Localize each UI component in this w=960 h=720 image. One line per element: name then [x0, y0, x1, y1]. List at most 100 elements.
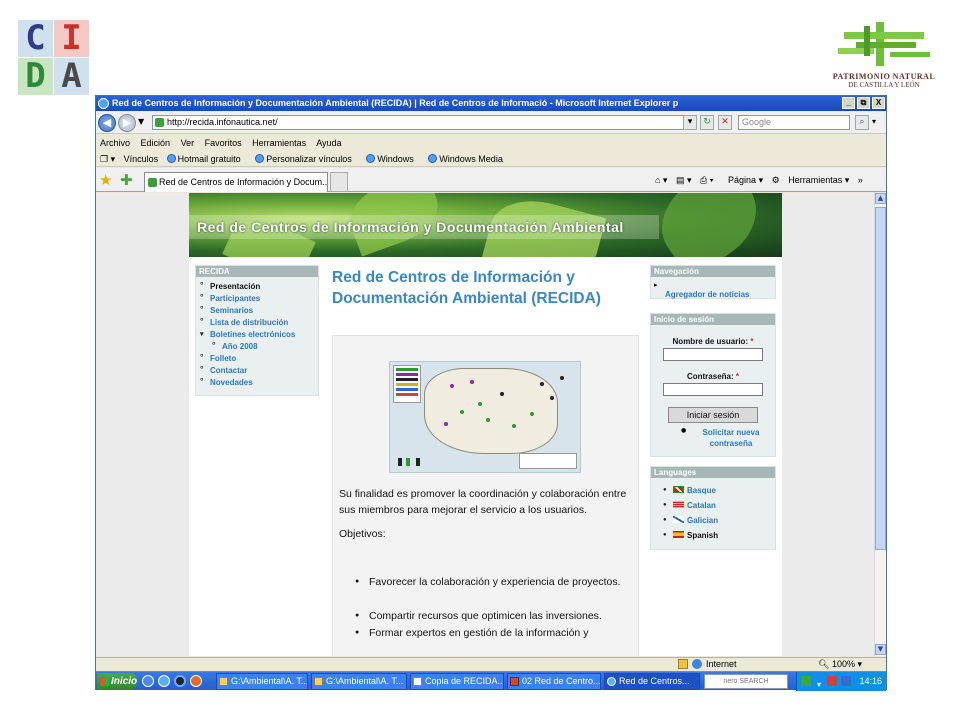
- history-dropdown-icon[interactable]: ▼: [138, 117, 144, 126]
- tools-menu[interactable]: ⚙ Herramientas ▾: [772, 175, 850, 185]
- minimize-button[interactable]: _: [842, 97, 855, 109]
- page-title: Red de Centros de Información y Document…: [332, 269, 601, 307]
- nero-search-box[interactable]: nero SEARCH: [704, 674, 788, 689]
- links-menu-icon[interactable]: ❐ ▾: [100, 154, 115, 164]
- galician-flag-icon: [673, 516, 684, 523]
- spanish-flag-icon: [673, 531, 684, 538]
- refresh-icon[interactable]: ↻: [700, 115, 714, 130]
- tab-label: Red de Centros de Información y Docum...: [159, 177, 328, 187]
- menu-archivo[interactable]: Archivo: [100, 138, 130, 148]
- feeds-icon[interactable]: ▤ ▾: [676, 175, 692, 185]
- lang-catalan[interactable]: Catalan: [663, 498, 775, 513]
- nav-folleto[interactable]: Folleto: [200, 351, 318, 365]
- ie-page-icon: [428, 154, 438, 163]
- recida-menu-heading: RECIDA: [196, 266, 318, 277]
- scroll-down-icon[interactable]: ▼: [875, 644, 886, 655]
- links-label[interactable]: Vínculos: [124, 154, 159, 164]
- start-button[interactable]: Inicio: [97, 673, 137, 690]
- languages-box: Languages Basque Catalan Galician Spanis…: [650, 466, 776, 550]
- close-button[interactable]: X: [872, 97, 885, 109]
- new-tab-button[interactable]: [330, 172, 348, 192]
- add-favorite-icon[interactable]: ✚: [120, 172, 133, 188]
- tab-recida[interactable]: Red de Centros de Información y Docum...: [144, 172, 328, 192]
- ie-page-icon: [366, 154, 376, 163]
- login-button[interactable]: Iniciar sesión: [668, 407, 758, 423]
- restore-button[interactable]: ⧉: [857, 97, 870, 109]
- taskbar-item-ie-active[interactable]: Red de Centros...: [604, 673, 700, 690]
- shield-icon[interactable]: [841, 676, 851, 686]
- search-icon[interactable]: ⌕: [855, 115, 869, 130]
- taskbar-item-red-de-centro[interactable]: 02 Red de Centro...: [507, 673, 601, 690]
- taskbar-item-folder2[interactable]: G:\Ambiental\A. T...: [311, 673, 407, 690]
- nav-boletines[interactable]: Boletines electrónicos: [200, 329, 318, 341]
- window-title: Red de Centros de Información y Document…: [112, 98, 679, 108]
- content-panel: Su finalidad es promover la coordinación…: [332, 335, 639, 656]
- nav-novedades[interactable]: Novedades: [200, 375, 318, 389]
- menu-favoritos[interactable]: Favoritos: [205, 138, 242, 148]
- tray-expand-icon[interactable]: ▾: [817, 675, 821, 694]
- url-input[interactable]: http://recida.infonautica.net/: [152, 115, 697, 130]
- spain-map-image: [389, 361, 581, 473]
- scroll-thumb[interactable]: [875, 207, 886, 550]
- link-windows[interactable]: Windows: [366, 154, 420, 164]
- nav-participantes[interactable]: Participantes: [200, 291, 318, 305]
- bullet-arrow-icon: ▸: [654, 281, 658, 289]
- zoom-control[interactable]: 🔍︎ 100% ▾: [818, 658, 862, 671]
- search-options-icon[interactable]: ▾: [872, 117, 876, 126]
- explorer-quicklaunch-icon[interactable]: [142, 675, 154, 687]
- nav-seminarios[interactable]: Seminarios: [200, 303, 318, 317]
- link-hotmail[interactable]: Hotmail gratuito: [166, 154, 247, 164]
- link-personalizar[interactable]: Personalizar vínculos: [255, 154, 358, 164]
- intro-paragraph: Su finalidad es promover la coordinación…: [339, 488, 627, 516]
- search-input[interactable]: Google: [738, 115, 850, 130]
- home-icon[interactable]: ⌂ ▾: [655, 175, 667, 185]
- username-input[interactable]: [663, 348, 763, 361]
- lang-spanish[interactable]: Spanish: [663, 528, 775, 543]
- tray-app-icon[interactable]: [801, 676, 811, 686]
- taskbar-item-folder1[interactable]: G:\Ambiental\A. T...: [216, 673, 308, 690]
- zone-label: Internet: [706, 659, 737, 669]
- menu-ver[interactable]: Ver: [181, 138, 195, 148]
- menu-herramientas[interactable]: Herramientas: [252, 138, 306, 148]
- more-icon[interactable]: »: [858, 175, 863, 185]
- request-password-link[interactable]: Solicitar nueva contraseña: [691, 427, 771, 449]
- print-icon[interactable]: ⎙ ▾: [700, 175, 713, 185]
- taskbar: Inicio G:\Ambiental\A. T... G:\Ambiental…: [96, 671, 886, 691]
- page-viewport: Red de Centros de Información y Document…: [96, 193, 874, 656]
- site-page: Red de Centros de Información y Document…: [189, 193, 782, 656]
- firefox-icon[interactable]: [190, 675, 202, 687]
- ie-page-icon: [255, 154, 265, 163]
- scroll-up-icon[interactable]: ▲: [875, 193, 886, 204]
- taskbar-item-copia[interactable]: Copia de RECIDA...: [410, 673, 504, 690]
- menu-edicion[interactable]: Edición: [141, 138, 171, 148]
- navigation-box: Navegación ▸ Agregador de noticias: [650, 265, 776, 299]
- logo-letter-d: D: [18, 58, 53, 95]
- logo-letter-a: A: [54, 58, 89, 95]
- menu-bar: Archivo Edición Ver Favoritos Herramient…: [96, 135, 886, 151]
- lang-galician[interactable]: Galician: [663, 513, 775, 528]
- agregador-link[interactable]: Agregador de noticias: [665, 290, 749, 299]
- nav-lista-distribucion[interactable]: Lista de distribución: [200, 315, 318, 329]
- nav-ano-2008[interactable]: Año 2008: [200, 339, 318, 353]
- back-button[interactable]: ◀: [98, 114, 116, 132]
- favorites-star-icon[interactable]: ★: [99, 172, 112, 188]
- menu-ayuda[interactable]: Ayuda: [316, 138, 341, 148]
- ie-quicklaunch-icon[interactable]: [158, 675, 170, 687]
- page-icon: [148, 178, 157, 187]
- forward-button[interactable]: ▶: [118, 114, 136, 132]
- address-bar: ◀ ▶ ▼ http://recida.infonautica.net/ ▾ ↻…: [96, 112, 886, 134]
- lang-basque[interactable]: Basque: [663, 483, 775, 498]
- page-menu[interactable]: Página ▾: [722, 175, 763, 185]
- link-windows-media[interactable]: Windows Media: [428, 154, 509, 164]
- password-input[interactable]: [663, 383, 763, 396]
- stop-icon[interactable]: ✕: [718, 115, 732, 130]
- nav-contactar[interactable]: Contactar: [200, 363, 318, 377]
- url-dropdown-icon[interactable]: ▾: [683, 115, 697, 130]
- nav-presentacion[interactable]: Presentación: [200, 279, 318, 293]
- patrimonio-natural-logo: PATRIMONIO NATURAL DE CASTILLA Y LEÓN: [832, 18, 936, 90]
- vertical-scrollbar[interactable]: ▲ ▼: [874, 193, 886, 656]
- antivirus-icon[interactable]: [827, 676, 837, 686]
- media-player-icon[interactable]: [174, 675, 186, 687]
- command-bar: ⌂ ▾ ▤ ▾ ⎙ ▾ Página ▾ ⚙ Herramientas ▾ »: [649, 172, 863, 188]
- bullet-icon: ●: [681, 427, 687, 434]
